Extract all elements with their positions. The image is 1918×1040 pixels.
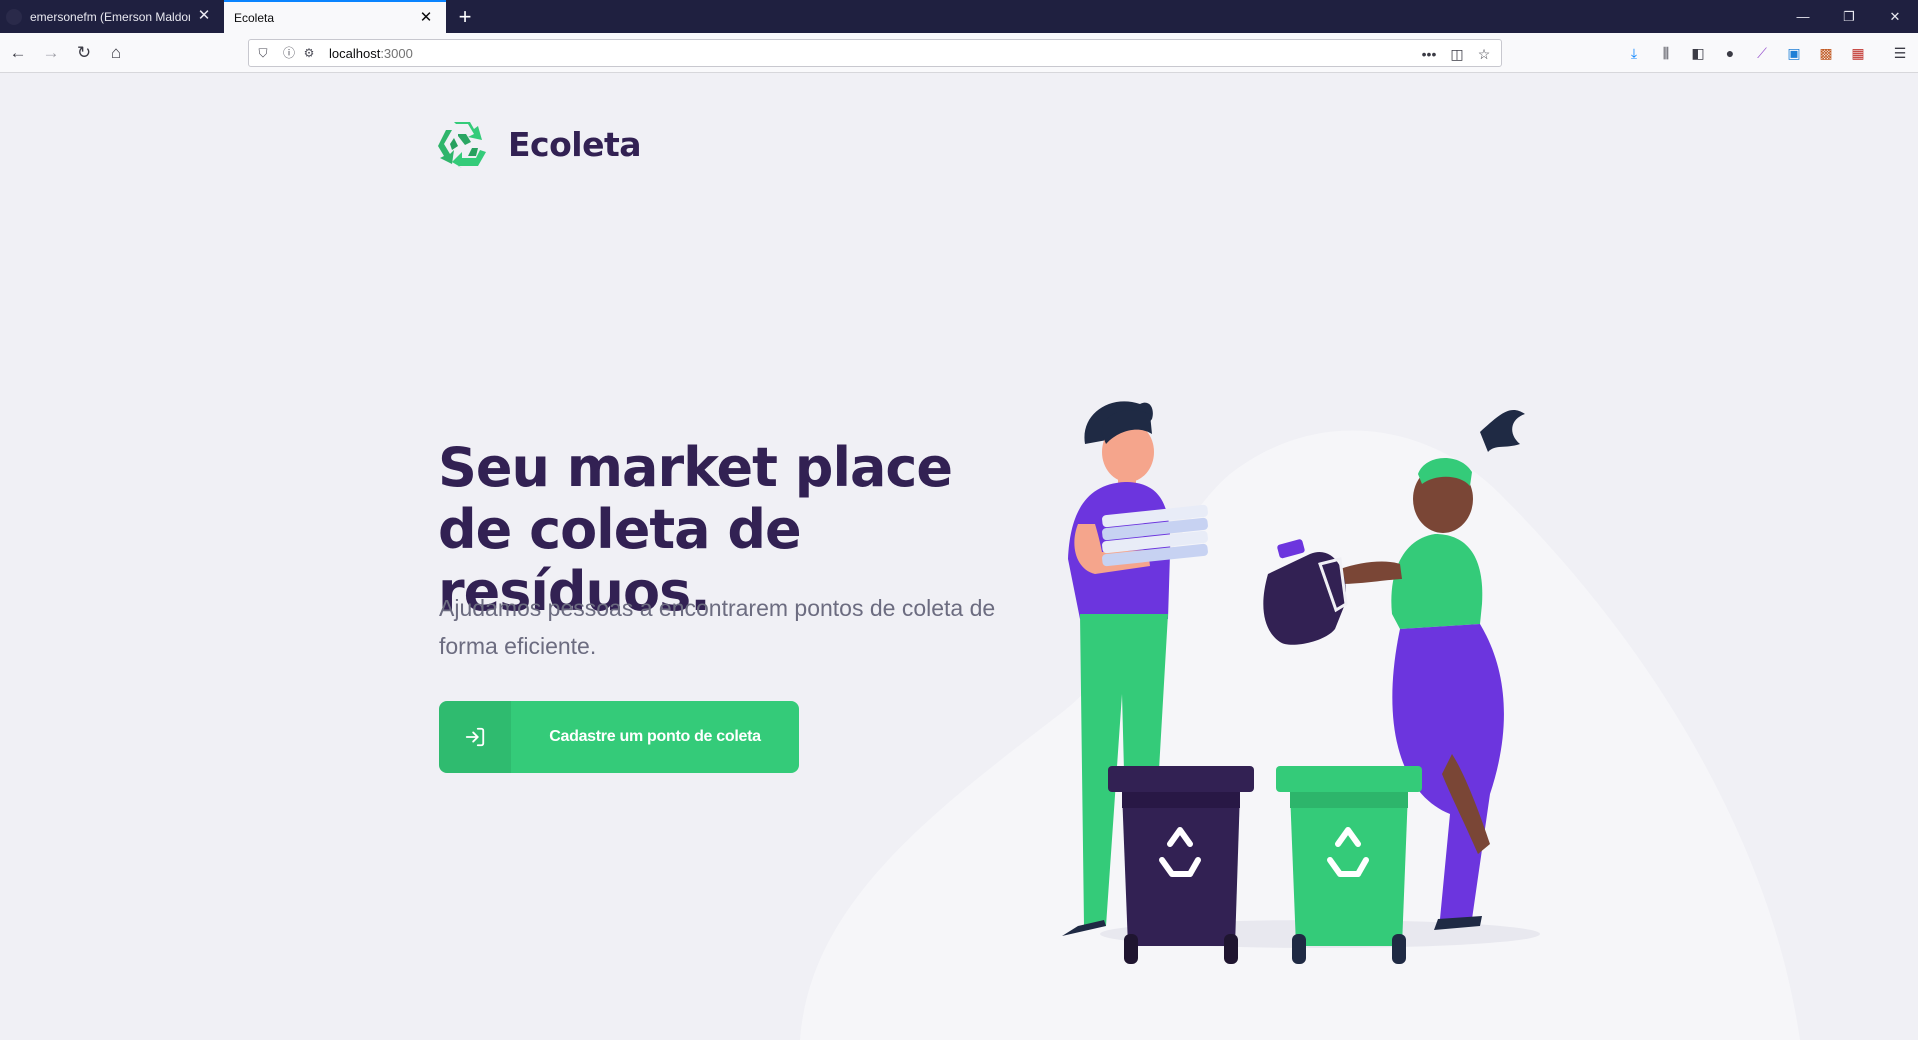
reload-icon[interactable]: ↻ [72, 41, 96, 65]
restore-icon[interactable]: ❐ [1826, 0, 1872, 33]
extension-icon[interactable]: ▦ [1848, 43, 1868, 63]
new-tab-button[interactable]: + [452, 4, 478, 30]
minimize-icon[interactable]: — [1780, 0, 1826, 33]
pocket-icon[interactable]: ◫ [1447, 44, 1467, 64]
tab-title: emersonefm (Emerson Maldonado) [30, 9, 190, 24]
close-window-icon[interactable]: ✕ [1872, 0, 1918, 33]
url-text[interactable]: localhost:3000 [329, 46, 413, 61]
shield-icon[interactable]: ⛉ [255, 45, 271, 61]
cta-label: Cadastre um ponto de coleta [549, 728, 761, 745]
tab-title: Ecoleta [234, 10, 275, 25]
logo[interactable]: Ecoleta [438, 120, 642, 168]
recycling-people-illustration [1062, 401, 1540, 964]
page-content: Ecoleta Seu market place de coleta de re… [0, 74, 1918, 1040]
brand-name: Ecoleta [508, 124, 642, 164]
extension-icon[interactable]: ▣ [1784, 43, 1804, 63]
hero-description: Ajudamos pessoas a encontrarem pontos de… [439, 595, 996, 659]
extension-icon[interactable]: ▩ [1816, 43, 1836, 63]
url-port: :3000 [380, 46, 413, 61]
tab-ecoleta[interactable]: Ecoleta ✕ [224, 0, 446, 33]
login-arrow-icon [439, 701, 511, 773]
home-icon[interactable]: ⌂ [104, 41, 128, 65]
close-tab-icon[interactable]: ✕ [418, 10, 434, 26]
more-icon[interactable]: ••• [1419, 44, 1439, 64]
forward-icon[interactable]: → [39, 41, 63, 65]
bookmark-star-icon[interactable]: ☆ [1474, 44, 1494, 64]
github-favicon-icon [6, 9, 22, 25]
navigation-toolbar: ← → ↻ ⌂ ⛉ ⓘ ⚙ localhost:3000 ••• ◫ ☆ ⤓ ⫼… [0, 33, 1918, 73]
address-bar[interactable]: ⛉ ⓘ ⚙ localhost:3000 ••• ◫ ☆ [248, 39, 1502, 67]
menu-icon[interactable]: ☰ [1890, 43, 1910, 63]
library-icon[interactable]: ⫼ [1656, 43, 1676, 63]
back-icon[interactable]: ← [6, 41, 30, 65]
download-icon[interactable]: ⤓ [1624, 43, 1644, 63]
url-host: localhost [329, 46, 381, 61]
info-icon[interactable]: ⓘ [281, 45, 297, 61]
recycle-logo-icon [438, 122, 486, 168]
sidebar-icon[interactable]: ◧ [1688, 43, 1708, 63]
permissions-icon[interactable]: ⚙ [301, 45, 317, 61]
account-icon[interactable]: ● [1720, 43, 1740, 63]
tab-github[interactable]: emersonefm (Emerson Maldonado) ✕ [0, 0, 224, 33]
register-collection-point-button[interactable]: Cadastre um ponto de coleta [439, 701, 799, 773]
extension-icon[interactable]: ⟋ [1752, 43, 1772, 63]
tab-strip: emersonefm (Emerson Maldonado) ✕ Ecoleta… [0, 0, 1918, 33]
close-tab-icon[interactable]: ✕ [196, 8, 212, 24]
